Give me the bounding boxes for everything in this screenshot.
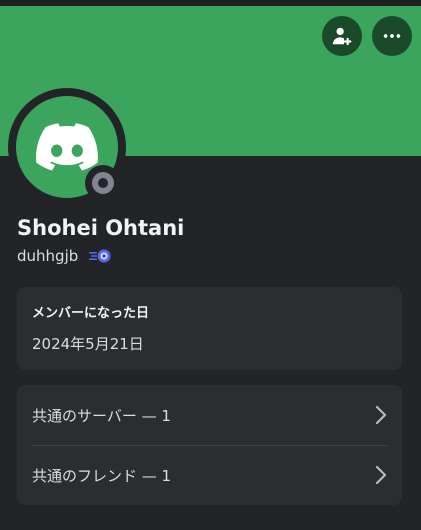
mutual-servers-row[interactable]: 共通のサーバー — 1 (17, 385, 402, 445)
mutual-section: 共通のサーバー — 1 共通のフレンド — 1 (17, 385, 402, 505)
more-options-button[interactable] (372, 16, 412, 56)
mutual-friends-row[interactable]: 共通のフレンド — 1 (17, 445, 402, 505)
offline-status-icon (92, 172, 114, 194)
username: duhhgjb (17, 247, 79, 265)
member-since-date: 2024年5月21日 (32, 335, 144, 353)
user-profile-popout: Shohei Ohtani duhhgjb メンバーになった日 2024年5月2… (0, 0, 421, 530)
display-name: Shohei Ohtani (17, 216, 185, 240)
member-since-section: メンバーになった日 2024年5月21日 (17, 287, 402, 370)
speed-badge-icon[interactable] (88, 248, 114, 264)
member-since-title: メンバーになった日 (32, 306, 150, 321)
status-indicator (85, 165, 121, 201)
username-row: duhhgjb (17, 247, 114, 265)
discord-logo-icon (36, 123, 98, 171)
mutual-servers-label: 共通のサーバー — 1 (32, 406, 171, 425)
chevron-right-icon (375, 405, 387, 425)
mutual-friends-label: 共通のフレンド — 1 (32, 466, 172, 485)
add-friend-icon (332, 27, 352, 46)
more-options-icon (383, 34, 401, 38)
chevron-right-icon (375, 465, 387, 485)
add-friend-button[interactable] (322, 16, 362, 56)
